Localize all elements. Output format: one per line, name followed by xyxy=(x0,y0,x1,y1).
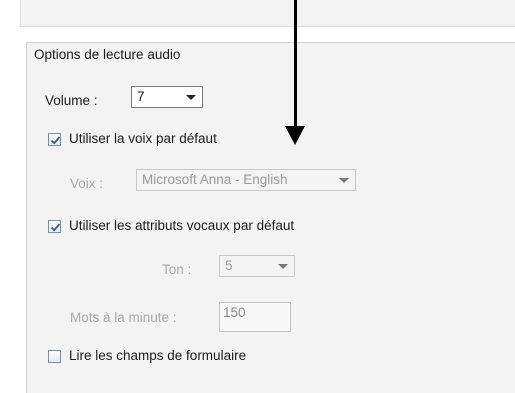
use-default-attributes-checkbox[interactable] xyxy=(48,220,61,233)
checkmark-icon xyxy=(50,136,61,145)
chevron-down-icon xyxy=(186,95,196,100)
words-per-minute-label: Mots à la minute : xyxy=(70,310,177,325)
use-default-voice-label[interactable]: Utiliser la voix par défaut xyxy=(69,131,217,146)
use-default-attributes-label[interactable]: Utiliser les attributs vocaux par défaut xyxy=(69,218,294,233)
chevron-down-icon xyxy=(339,178,349,183)
use-default-voice-checkbox[interactable] xyxy=(48,133,61,146)
checkmark-icon xyxy=(50,223,61,232)
pitch-label: Ton : xyxy=(162,262,192,277)
pitch-dropdown[interactable]: 5 xyxy=(219,255,295,277)
read-form-fields-label[interactable]: Lire les champs de formulaire xyxy=(69,348,246,363)
voice-value: Microsoft Anna - English xyxy=(142,172,288,187)
words-per-minute-input[interactable]: 150 xyxy=(219,302,291,332)
volume-value: 7 xyxy=(137,89,145,104)
chevron-down-icon xyxy=(278,264,288,269)
volume-dropdown[interactable]: 7 xyxy=(131,86,203,108)
voice-label: Voix : xyxy=(70,176,104,191)
volume-label: Volume : xyxy=(45,93,98,108)
read-form-fields-checkbox[interactable] xyxy=(48,350,61,363)
previous-section-panel xyxy=(20,0,515,27)
voice-dropdown[interactable]: Microsoft Anna - English xyxy=(136,169,356,191)
group-title: Options de lecture audio xyxy=(34,47,181,62)
pitch-value: 5 xyxy=(225,258,233,273)
